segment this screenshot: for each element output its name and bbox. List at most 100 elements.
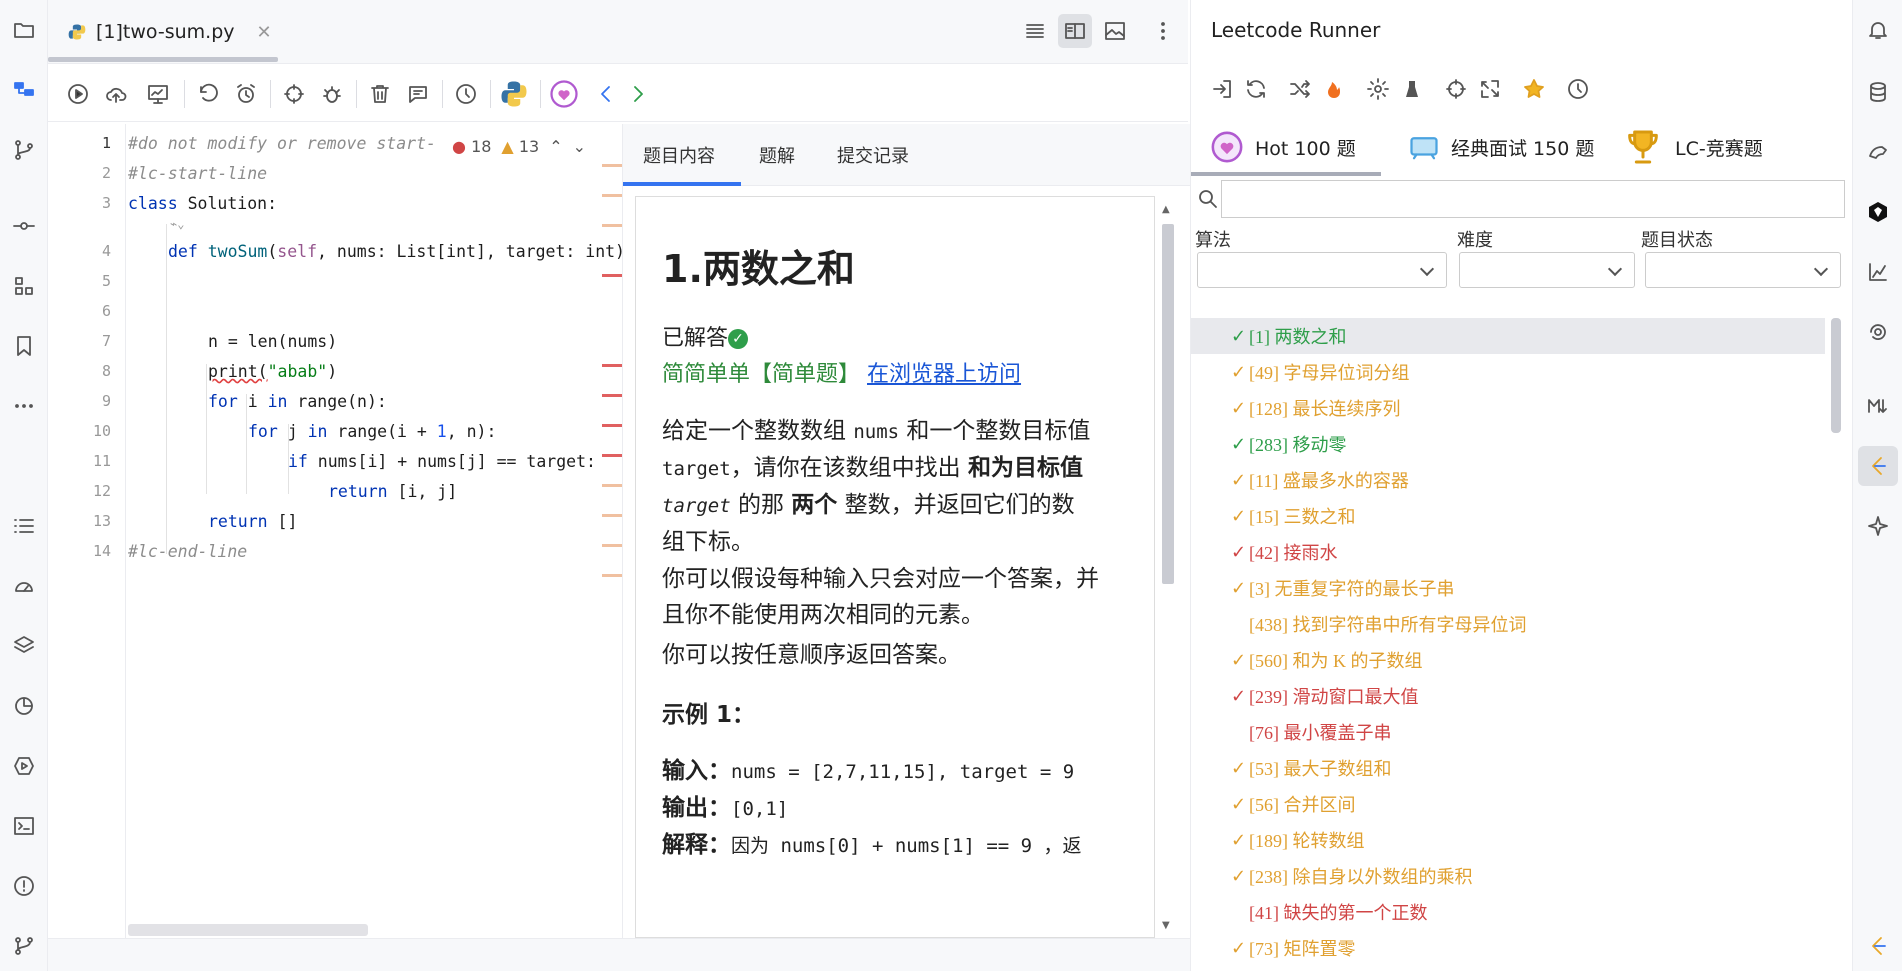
- bookmark-icon[interactable]: [4, 326, 44, 366]
- markdown-icon[interactable]: [1858, 386, 1898, 426]
- refresh-icon[interactable]: [1239, 72, 1273, 106]
- heart-chat-icon[interactable]: [546, 76, 582, 112]
- tab-interview-150[interactable]: 经典面试 150 题: [1405, 118, 1594, 176]
- plugin-logo-icon[interactable]: [1858, 192, 1898, 232]
- coverage-icon[interactable]: [4, 686, 44, 726]
- shuffle-icon[interactable]: [1283, 72, 1317, 106]
- login-icon[interactable]: [1205, 72, 1239, 106]
- clear-icon[interactable]: [1395, 72, 1429, 106]
- run-icon[interactable]: [60, 76, 96, 112]
- code-view-icon[interactable]: [1020, 16, 1050, 46]
- leetcode-runner-icon[interactable]: [1858, 446, 1898, 486]
- gauge-icon[interactable]: [4, 566, 44, 606]
- git-branch-icon[interactable]: [4, 130, 44, 170]
- monitor-icon[interactable]: [140, 76, 176, 112]
- line-number: 4: [101, 242, 111, 260]
- folder-icon[interactable]: [4, 10, 44, 50]
- code-editor[interactable]: #do not modify or remove start- ● 18 ▲ 1…: [128, 124, 622, 938]
- list-scrollbar[interactable]: [1831, 318, 1841, 433]
- vertical-scrollbar[interactable]: ▲ ▼: [1159, 204, 1177, 934]
- previous-arrow-icon[interactable]: [588, 76, 624, 112]
- problem-list-item[interactable]: ✓ [56] 合并区间: [1191, 786, 1825, 822]
- next-arrow-icon[interactable]: [620, 76, 656, 112]
- tab-contest[interactable]: LC-竞赛题: [1623, 118, 1763, 176]
- problem-list-item[interactable]: ✓ [189] 轮转数组: [1191, 822, 1825, 858]
- history-icon[interactable]: [448, 76, 484, 112]
- problem-list-item[interactable]: ✓ [1] 两数之和: [1191, 318, 1825, 354]
- submit-cloud-icon[interactable]: [98, 76, 134, 112]
- undo-icon[interactable]: [190, 76, 226, 112]
- ai-assistant-icon[interactable]: [1858, 506, 1898, 546]
- problem-title: [239] 滑动窗口最大值: [1249, 687, 1419, 707]
- more-icon[interactable]: [4, 386, 44, 426]
- problem-list-item[interactable]: [76] 最小覆盖子串: [1191, 714, 1825, 750]
- sync-icon[interactable]: [1473, 72, 1507, 106]
- problem-list-item[interactable]: ✓ [15] 三数之和: [1191, 498, 1825, 534]
- problem-title: [76] 最小覆盖子串: [1249, 723, 1392, 743]
- tab-submissions[interactable]: 提交记录: [837, 124, 909, 186]
- note-icon[interactable]: [400, 76, 436, 112]
- problem-list-item[interactable]: ✓ [73] 矩阵置零: [1191, 930, 1825, 966]
- problem-list-item[interactable]: ✓ [238] 除自身以外数组的乘积: [1191, 858, 1825, 894]
- problem-list-item[interactable]: [41] 缺失的第一个正数: [1191, 894, 1825, 930]
- leetcode-runner-panel: Leetcode Runner Hot 100 题 经典面试 150 题 LC-…: [1190, 0, 1852, 971]
- commit-icon[interactable]: [4, 206, 44, 246]
- problem-list-item[interactable]: [438] 找到字符串中所有字母异位词: [1191, 606, 1825, 642]
- preview-icon[interactable]: [1100, 16, 1130, 46]
- more-options-icon[interactable]: [1148, 16, 1178, 46]
- database-icon[interactable]: [1858, 72, 1898, 112]
- editor-tab-two-sum[interactable]: [1]two-sum.py ✕: [48, 0, 278, 64]
- search-input[interactable]: [1221, 180, 1845, 218]
- problem-list-item[interactable]: ✓ [283] 移动零: [1191, 426, 1825, 462]
- problems-icon[interactable]: [4, 866, 44, 906]
- run-services-icon[interactable]: [4, 746, 44, 786]
- profiler-icon[interactable]: [1858, 252, 1898, 292]
- horizontal-scrollbar[interactable]: [128, 924, 368, 936]
- notifications-icon[interactable]: [1858, 10, 1898, 50]
- terminal-icon[interactable]: [4, 806, 44, 846]
- problem-list-item[interactable]: ✓ [239] 滑动窗口最大值: [1191, 678, 1825, 714]
- structure-icon[interactable]: [4, 70, 44, 110]
- tab-solutions[interactable]: 题解: [759, 124, 795, 186]
- settings-icon[interactable]: [1361, 72, 1395, 106]
- endpoints-icon[interactable]: [1858, 312, 1898, 352]
- problem-list-item[interactable]: ✓ [128] 最长连续序列: [1191, 390, 1825, 426]
- inspection-widget[interactable]: ● 18 ▲ 13 ⌃ ⌄: [448, 134, 590, 158]
- locate-icon[interactable]: [276, 76, 312, 112]
- chevron-down-icon[interactable]: ⌄: [573, 137, 586, 156]
- split-view-icon[interactable]: [1058, 14, 1092, 48]
- layers-icon[interactable]: [4, 626, 44, 666]
- leetcode-status-icon[interactable]: [1858, 926, 1898, 966]
- solved-check-icon: ✓: [1231, 793, 1247, 815]
- timer-icon[interactable]: [1561, 72, 1595, 106]
- problem-list-item[interactable]: ✓ [53] 最大子数组和: [1191, 750, 1825, 786]
- status-select[interactable]: [1645, 252, 1841, 288]
- vcs-icon[interactable]: [4, 926, 44, 966]
- tab-hot-100[interactable]: Hot 100 题: [1209, 118, 1356, 176]
- problem-list-item[interactable]: ✓ [560] 和为 K 的子数组: [1191, 642, 1825, 678]
- python-icon[interactable]: [496, 76, 532, 112]
- list-icon[interactable]: [4, 506, 44, 546]
- difficulty-select[interactable]: [1459, 252, 1635, 288]
- delete-icon[interactable]: [362, 76, 398, 112]
- python-console-icon[interactable]: [1858, 132, 1898, 172]
- debug-icon[interactable]: [314, 76, 350, 112]
- description-paragraph-3: 你可以按任意顺序返回答案。: [662, 642, 961, 668]
- ai-hint-icon[interactable]: ⌁⌄: [170, 217, 184, 231]
- tab-description[interactable]: 题目内容: [643, 124, 715, 186]
- problem-list-item[interactable]: ✓ [49] 字母异位词分组: [1191, 354, 1825, 390]
- algorithm-select[interactable]: [1197, 252, 1447, 288]
- problem-list-item[interactable]: ✓ [42] 接雨水: [1191, 534, 1825, 570]
- close-tab-icon[interactable]: ✕: [257, 22, 272, 43]
- example-block: 输入：nums = [2,7,11,15], target = 9 输出：[0,…: [662, 758, 1082, 858]
- problem-list-item[interactable]: ✓ [11] 盛最多水的容器: [1191, 462, 1825, 498]
- chevron-up-icon[interactable]: ⌃: [549, 137, 562, 156]
- browser-link[interactable]: 在浏览器上访问: [867, 362, 1021, 387]
- star-icon[interactable]: [1517, 72, 1551, 106]
- problem-list-item[interactable]: ✓ [3] 无重复字符的最长子串: [1191, 570, 1825, 606]
- modules-icon[interactable]: [4, 266, 44, 306]
- fire-icon[interactable]: [1317, 72, 1351, 106]
- left-tool-strip: [0, 0, 48, 971]
- alarm-icon[interactable]: [228, 76, 264, 112]
- target-icon[interactable]: [1439, 72, 1473, 106]
